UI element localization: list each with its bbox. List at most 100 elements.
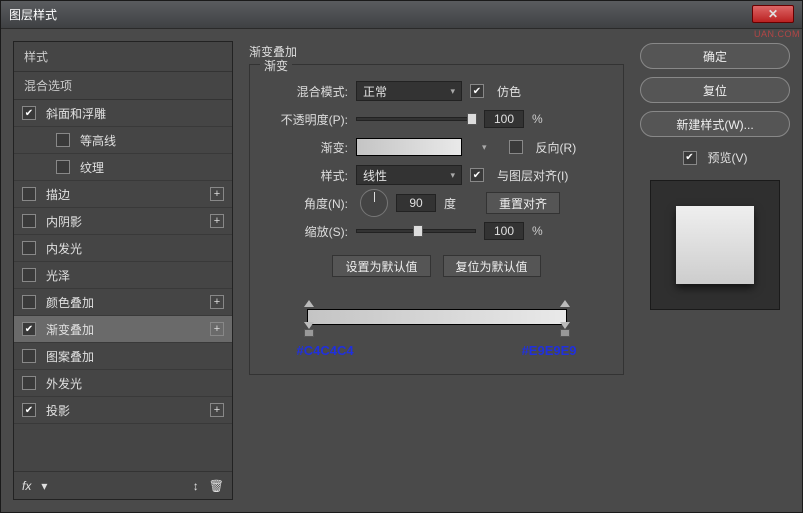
effect-checkbox[interactable] [22,214,36,228]
add-effect-icon[interactable]: + [210,295,224,309]
preview-box [650,180,780,310]
effect-label: 描边 [46,186,70,203]
cancel-button[interactable]: 复位 [640,77,790,103]
effect-checkbox[interactable] [22,376,36,390]
arrow-up-down-icon[interactable]: ↕ [193,479,199,493]
preview-swatch [676,206,754,284]
effect-checkbox[interactable] [22,349,36,363]
percent-unit: % [532,224,543,238]
layer-style-dialog: 图层样式 ✕ UAN.COM 样式 混合选项 斜面和浮雕等高线纹理描边 + 内阴影 +… [0,0,803,513]
effect-item[interactable]: 外发光 [14,370,232,397]
effect-checkbox[interactable] [22,403,36,417]
effects-list: 斜面和浮雕等高线纹理描边 + 内阴影 + 内发光光泽颜色叠加 + 渐变叠加 + 图案叠加外发光投… [14,100,232,471]
effect-item[interactable]: 图案叠加 [14,343,232,370]
style-label: 样式: [264,167,348,184]
effect-item[interactable]: 纹理 [14,154,232,181]
effect-item[interactable]: 内发光 [14,235,232,262]
close-button[interactable]: ✕ [752,5,794,23]
effect-checkbox[interactable] [22,295,36,309]
angle-value[interactable]: 90 [396,194,436,212]
effect-checkbox[interactable] [56,133,70,147]
scale-value[interactable]: 100 [484,222,524,240]
scale-slider[interactable] [356,229,476,233]
reset-default-button[interactable]: 复位为默认值 [443,255,541,277]
gradient-editor[interactable] [307,309,567,325]
effect-item[interactable]: 描边 + [14,181,232,208]
effect-label: 外发光 [46,375,82,392]
opacity-stop-right[interactable] [560,300,570,308]
effect-item[interactable]: 渐变叠加 + [14,316,232,343]
reset-align-button[interactable]: 重置对齐 [486,192,560,214]
chevron-down-icon[interactable]: ▾ [41,479,47,493]
effect-item[interactable]: 光泽 [14,262,232,289]
percent-unit: % [532,112,543,126]
effect-checkbox[interactable] [56,160,70,174]
effect-item[interactable]: 斜面和浮雕 [14,100,232,127]
add-effect-icon[interactable]: + [210,214,224,228]
reverse-label: 反向(R) [536,139,577,156]
align-checkbox[interactable] [470,168,484,182]
chevron-down-icon: ▾ [450,86,455,97]
scale-label: 缩放(S): [264,223,348,240]
blend-mode-select[interactable]: 正常▾ [356,81,462,101]
effect-item[interactable]: 颜色叠加 + [14,289,232,316]
angle-label: 角度(N): [264,195,348,212]
make-default-button[interactable]: 设置为默认值 [332,255,430,277]
effect-checkbox[interactable] [22,241,36,255]
add-effect-icon[interactable]: + [210,322,224,336]
effect-label: 光泽 [46,267,70,284]
gradient-label: 渐变: [264,139,348,156]
effect-label: 内阴影 [46,213,82,230]
fieldset-legend: 渐变 [260,57,292,74]
add-effect-icon[interactable]: + [210,403,224,417]
effect-label: 斜面和浮雕 [46,105,106,122]
preview-checkbox[interactable] [683,151,697,165]
opacity-slider[interactable] [356,117,476,121]
deg-unit: 度 [444,195,456,212]
dither-checkbox[interactable] [470,84,484,98]
effect-checkbox[interactable] [22,322,36,336]
styles-list-pane: 样式 混合选项 斜面和浮雕等高线纹理描边 + 内阴影 + 内发光光泽颜色叠加 + 渐变叠加 +… [13,41,233,500]
effect-item[interactable]: 等高线 [14,127,232,154]
chevron-down-icon: ▾ [450,170,455,181]
opacity-label: 不透明度(P): [264,111,348,128]
color-stop-left[interactable] [304,322,314,337]
hex-right: #E9E9E9 [522,343,577,358]
ok-button[interactable]: 确定 [640,43,790,69]
fx-menu[interactable]: fx [22,479,31,493]
gradient-bar[interactable] [307,309,567,325]
styles-header: 样式 [14,42,232,71]
hex-left: #C4C4C4 [297,343,354,358]
list-footer: fx ▾ ↕ 🗑 [14,471,232,499]
settings-pane: 渐变叠加 渐变 混合模式: 正常▾ 仿色 不透明度(P): 100 % 渐变: [245,41,628,500]
angle-dial[interactable] [360,189,388,217]
effect-checkbox[interactable] [22,187,36,201]
buttons-pane: 确定 复位 新建样式(W)... 预览(V) [640,41,790,500]
gradient-picker[interactable] [356,138,462,156]
reverse-checkbox[interactable] [509,140,523,154]
window-title: 图层样式 [9,6,57,23]
close-icon: ✕ [768,7,778,21]
effect-item[interactable]: 投影 + [14,397,232,424]
style-select[interactable]: 线性▾ [356,165,462,185]
effect-label: 投影 [46,402,70,419]
effect-checkbox[interactable] [22,268,36,282]
effect-label: 渐变叠加 [46,321,94,338]
opacity-value[interactable]: 100 [484,110,524,128]
titlebar: 图层样式 ✕ UAN.COM [1,1,802,29]
section-title: 渐变叠加 [249,43,624,60]
effect-label: 颜色叠加 [46,294,94,311]
dialog-body: 样式 混合选项 斜面和浮雕等高线纹理描边 + 内阴影 + 内发光光泽颜色叠加 + 渐变叠加 +… [1,29,802,512]
preview-label: 预览(V) [708,149,748,166]
effect-label: 图案叠加 [46,348,94,365]
effect-checkbox[interactable] [22,106,36,120]
add-effect-icon[interactable]: + [210,187,224,201]
blend-options-header[interactable]: 混合选项 [14,71,232,100]
effect-item[interactable]: 内阴影 + [14,208,232,235]
effect-label: 等高线 [80,132,116,149]
chevron-down-icon[interactable]: ▾ [482,142,487,153]
new-style-button[interactable]: 新建样式(W)... [640,111,790,137]
opacity-stop-left[interactable] [304,300,314,308]
trash-icon[interactable]: 🗑 [209,479,224,493]
color-stop-right[interactable] [560,322,570,337]
